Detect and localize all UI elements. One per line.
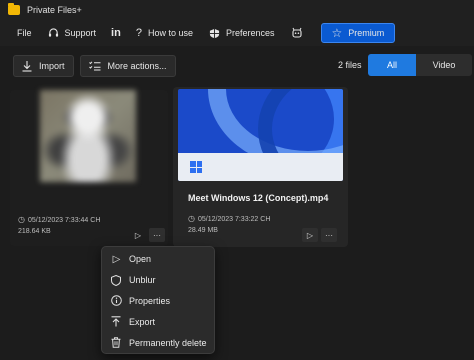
- clock-icon: ◷: [18, 215, 25, 224]
- more-actions-button[interactable]: More actions...: [79, 55, 176, 77]
- premium-button[interactable]: ☆ Premium: [320, 23, 396, 43]
- play-icon: ▷: [306, 230, 314, 240]
- file-title: Meet Windows 12 (Concept).mp4: [188, 193, 329, 203]
- ellipsis-icon: ···: [153, 230, 161, 240]
- import-button[interactable]: Import: [13, 55, 74, 77]
- linkedin-icon: in: [111, 27, 121, 39]
- how-to-use-label: How to use: [147, 28, 193, 38]
- file-card[interactable]: Meet Windows 12 (Concept).mp4 ◷ 05/12/202…: [173, 87, 348, 247]
- clock-icon: ◷: [188, 214, 195, 223]
- support-label: Support: [64, 28, 97, 38]
- window-title: Private Files+: [27, 5, 82, 15]
- play-outline-icon: ▷: [112, 253, 121, 265]
- context-open[interactable]: ▷ Open: [102, 249, 214, 270]
- context-properties[interactable]: Properties: [102, 291, 214, 312]
- play-icon: ▷: [134, 230, 142, 240]
- question-icon: ?: [135, 27, 142, 39]
- star-icon: ☆: [331, 26, 343, 40]
- mascot-icon: [291, 27, 303, 39]
- context-unblur[interactable]: Unblur: [102, 270, 214, 291]
- shield-icon: [111, 274, 122, 286]
- file-size: 218.64 KB: [18, 228, 51, 235]
- more-options-button[interactable]: ···: [149, 228, 165, 242]
- more-options-button[interactable]: ···: [321, 228, 337, 242]
- info-icon: [111, 295, 122, 307]
- preferences-label: Preferences: [225, 28, 275, 38]
- trash-icon: [111, 337, 122, 348]
- checklist-icon: [88, 61, 101, 71]
- blurred-thumbnail[interactable]: [40, 90, 136, 182]
- context-export[interactable]: Export: [102, 311, 214, 332]
- import-label: Import: [39, 61, 65, 71]
- windows-logo-icon: [190, 161, 202, 173]
- file-menu[interactable]: File: [8, 22, 40, 44]
- premium-label: Premium: [348, 28, 385, 38]
- linkedin-button[interactable]: in: [104, 22, 128, 44]
- file-menu-label: File: [17, 28, 32, 38]
- file-meta: ◷ 05/12/2023 7:33:22 CH 28.49 MB: [188, 213, 270, 236]
- menu-bar: File Support in ? How to use Preferences…: [0, 20, 474, 46]
- context-delete[interactable]: Permanently delete: [102, 332, 214, 353]
- play-button[interactable]: ▷: [302, 228, 318, 242]
- file-size: 28.49 MB: [188, 227, 218, 234]
- filter-video-tab[interactable]: Video: [416, 54, 472, 76]
- file-card[interactable]: ◷ 05/12/2023 7:33:44 CH 218.64 KB ▷ ···: [10, 90, 168, 246]
- support-icon: [48, 27, 59, 39]
- toolbar: Import More actions... 2 files All Video: [0, 46, 474, 86]
- title-bar: Private Files+: [0, 0, 474, 20]
- ellipsis-icon: ···: [325, 230, 333, 240]
- context-export-label: Export: [129, 316, 156, 327]
- play-button[interactable]: ▷: [130, 228, 146, 242]
- upload-icon: [111, 316, 122, 327]
- filter-segmented-control: All Video: [368, 54, 472, 76]
- mascot-button[interactable]: [283, 22, 317, 44]
- preferences-button[interactable]: Preferences: [201, 22, 283, 44]
- file-date: 05/12/2023 7:33:22 CH: [197, 216, 271, 223]
- download-icon: [22, 60, 32, 72]
- file-meta: ◷ 05/12/2023 7:33:44 CH 218.64 KB: [18, 214, 100, 237]
- video-thumbnail[interactable]: [178, 89, 343, 181]
- context-delete-label: Permanently delete: [129, 337, 207, 348]
- files-count: 2 files: [338, 60, 362, 70]
- support-button[interactable]: Support: [40, 22, 105, 44]
- more-actions-label: More actions...: [107, 61, 167, 71]
- how-to-use-button[interactable]: ? How to use: [128, 22, 201, 44]
- context-open-label: Open: [129, 254, 152, 265]
- context-unblur-label: Unblur: [129, 275, 156, 286]
- folder-icon: [8, 3, 20, 15]
- file-date: 05/12/2023 7:33:44 CH: [27, 217, 101, 224]
- context-properties-label: Properties: [129, 295, 171, 306]
- filter-all-tab[interactable]: All: [368, 54, 416, 76]
- context-menu: ▷ Open Unblur Properties Export Permanen…: [101, 246, 215, 354]
- preferences-icon: [209, 28, 220, 39]
